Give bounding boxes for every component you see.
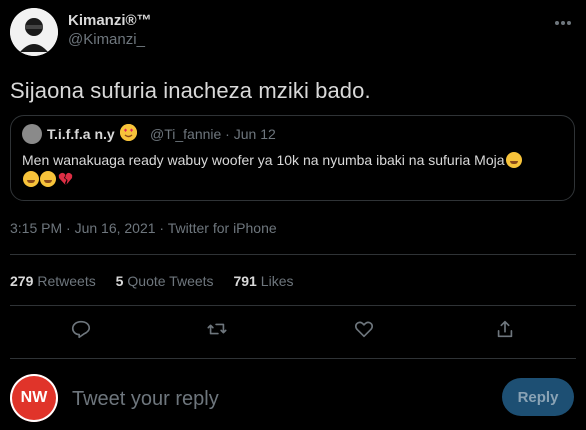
divider	[10, 358, 576, 359]
like-icon[interactable]	[353, 318, 375, 340]
retweets-label: Retweets	[37, 273, 96, 289]
reply-avatar: NW	[10, 374, 58, 422]
heart-eyes-emoji-icon	[120, 124, 137, 141]
author-name[interactable]: Kimanzi®™	[68, 12, 152, 29]
divider	[10, 305, 576, 306]
laughing-emoji-icon	[40, 171, 56, 187]
tweet-stats: 279 Retweets 5 Quote Tweets 791 Likes	[10, 273, 309, 289]
author-avatar[interactable]	[10, 8, 58, 56]
quoted-meta: @Ti_fannie · Jun 12	[150, 126, 276, 142]
likes-stat[interactable]: 791 Likes	[233, 273, 293, 289]
quote-tweets-label: Quote Tweets	[127, 273, 214, 289]
quoted-author-avatar	[22, 124, 42, 144]
quote-tweets-count: 5	[115, 273, 124, 289]
laughing-emoji-icon	[23, 171, 39, 187]
author-handle[interactable]: @Kimanzi_	[68, 31, 145, 48]
retweets-stat[interactable]: 279 Retweets	[10, 273, 96, 289]
reply-input[interactable]: Tweet your reply	[72, 388, 219, 411]
quote-tweets-stat[interactable]: 5 Quote Tweets	[116, 273, 214, 289]
retweets-count: 279	[10, 273, 34, 289]
divider	[10, 254, 576, 255]
tweet-text: Sijaona sufuria inacheza mziki bado.	[10, 78, 371, 103]
laughing-emoji-icon	[505, 152, 522, 168]
reply-icon[interactable]	[70, 318, 92, 340]
quoted-text: Men wanakuaga ready wabuy woofer ya 10k …	[22, 151, 562, 189]
broken-heart-icon	[58, 172, 73, 186]
share-icon[interactable]	[494, 318, 516, 340]
reply-button[interactable]: Reply	[502, 378, 574, 416]
likes-count: 791	[233, 273, 257, 289]
tweet-timestamp[interactable]: 3:15 PM · Jun 16, 2021 · Twitter for iPh…	[10, 220, 277, 236]
retweet-icon[interactable]	[206, 318, 228, 340]
quoted-text-body: Men wanakuaga ready wabuy woofer ya 10k …	[22, 152, 505, 168]
quoted-author-name: T.i.f.f.a n.y	[47, 126, 115, 142]
likes-label: Likes	[260, 273, 294, 289]
more-icon[interactable]	[555, 12, 577, 26]
